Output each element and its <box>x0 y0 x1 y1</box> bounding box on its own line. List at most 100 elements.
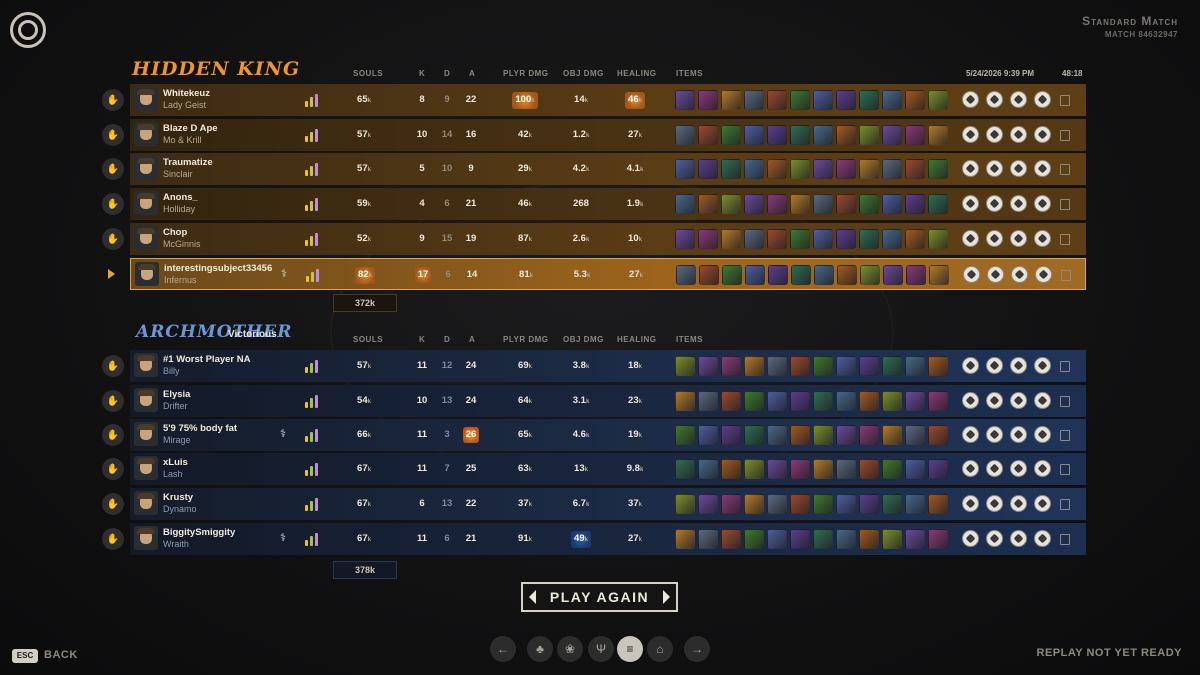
item-slot-icon[interactable] <box>675 391 695 411</box>
item-slot-icon[interactable] <box>698 391 718 411</box>
item-slot-icon[interactable] <box>767 125 787 145</box>
ability-icon[interactable] <box>1010 195 1027 212</box>
copy-build-icon[interactable] <box>1060 361 1070 372</box>
ability-icon[interactable] <box>1034 91 1051 108</box>
item-slot-icon[interactable] <box>813 356 833 376</box>
game-logo-icon[interactable] <box>10 12 46 48</box>
item-slot-icon[interactable] <box>859 194 879 214</box>
ability-icon[interactable] <box>986 530 1003 547</box>
item-slot-icon[interactable] <box>836 125 856 145</box>
ability-icon[interactable] <box>1034 426 1051 443</box>
item-slot-icon[interactable] <box>745 265 765 285</box>
ability-icon[interactable] <box>1010 495 1027 512</box>
item-slot-icon[interactable] <box>859 391 879 411</box>
ability-icon[interactable] <box>1034 126 1051 143</box>
item-slot-icon[interactable] <box>722 265 742 285</box>
player-name[interactable]: Anons_ <box>163 192 198 203</box>
arrow-right-icon[interactable]: → <box>684 636 710 662</box>
item-slot-icon[interactable] <box>859 356 879 376</box>
ability-icon[interactable] <box>962 495 979 512</box>
item-slot-icon[interactable] <box>882 90 902 110</box>
item-slot-icon[interactable] <box>836 459 856 479</box>
item-slot-icon[interactable] <box>675 459 695 479</box>
player-name[interactable]: Traumatize <box>163 157 213 168</box>
player-row[interactable]: Blaze D Ape Mo & Krill 57k 10 14 16 42k 1.2k 27k <box>130 119 1086 151</box>
item-slot-icon[interactable] <box>721 494 741 514</box>
player-name[interactable]: #1 Worst Player NA <box>163 354 250 365</box>
item-slot-icon[interactable] <box>698 425 718 445</box>
ability-icon[interactable] <box>986 426 1003 443</box>
item-slot-icon[interactable] <box>698 356 718 376</box>
item-slot-icon[interactable] <box>813 229 833 249</box>
back-button[interactable]: BACK <box>44 649 78 661</box>
ability-icon[interactable] <box>1011 266 1028 283</box>
player-name[interactable]: Whitekeuz <box>163 88 210 99</box>
ability-icon[interactable] <box>1035 266 1052 283</box>
item-slot-icon[interactable] <box>675 229 695 249</box>
thumbs-up-icon[interactable]: ✋ <box>102 193 124 215</box>
item-slot-icon[interactable] <box>721 391 741 411</box>
item-slot-icon[interactable] <box>905 529 925 549</box>
ability-icon[interactable] <box>986 230 1003 247</box>
item-slot-icon[interactable] <box>675 125 695 145</box>
ability-icon[interactable] <box>986 126 1003 143</box>
item-slot-icon[interactable] <box>928 159 948 179</box>
item-slot-icon[interactable] <box>721 529 741 549</box>
ability-icon[interactable] <box>1034 160 1051 177</box>
trident-icon[interactable]: Ψ <box>588 636 614 662</box>
ability-icon[interactable] <box>986 392 1003 409</box>
item-slot-icon[interactable] <box>905 494 925 514</box>
player-row[interactable]: #1 Worst Player NA Billy 57k 11 12 24 69k 3.8k 1… <box>130 350 1086 382</box>
item-slot-icon[interactable] <box>721 125 741 145</box>
item-slot-icon[interactable] <box>790 356 810 376</box>
item-slot-icon[interactable] <box>882 529 902 549</box>
item-slot-icon[interactable] <box>790 425 810 445</box>
item-slot-icon[interactable] <box>767 529 787 549</box>
item-slot-icon[interactable] <box>836 159 856 179</box>
item-slot-icon[interactable] <box>790 194 810 214</box>
item-slot-icon[interactable] <box>767 356 787 376</box>
esc-key[interactable]: ESC <box>12 649 38 663</box>
item-slot-icon[interactable] <box>744 459 764 479</box>
thumbs-up-icon[interactable]: ✋ <box>102 424 124 446</box>
item-slot-icon[interactable] <box>744 125 764 145</box>
thumbs-up-icon[interactable]: ✋ <box>102 228 124 250</box>
item-slot-icon[interactable] <box>859 529 879 549</box>
item-slot-icon[interactable] <box>790 90 810 110</box>
ability-icon[interactable] <box>986 195 1003 212</box>
item-slot-icon[interactable] <box>721 90 741 110</box>
item-slot-icon[interactable] <box>675 494 695 514</box>
ability-icon[interactable] <box>1034 392 1051 409</box>
item-slot-icon[interactable] <box>882 391 902 411</box>
item-slot-icon[interactable] <box>767 459 787 479</box>
item-slot-icon[interactable] <box>836 494 856 514</box>
thumbs-up-icon[interactable]: ✋ <box>102 528 124 550</box>
item-slot-icon[interactable] <box>905 425 925 445</box>
item-slot-icon[interactable] <box>928 356 948 376</box>
ability-icon[interactable] <box>986 91 1003 108</box>
item-slot-icon[interactable] <box>905 459 925 479</box>
item-slot-icon[interactable] <box>721 159 741 179</box>
item-slot-icon[interactable] <box>928 425 948 445</box>
item-slot-icon[interactable] <box>928 391 948 411</box>
item-slot-icon[interactable] <box>882 494 902 514</box>
player-row[interactable]: 5'9 75% body fat Mirage ⚕ 66k 11 3 26 65k 4.6k 19… <box>130 419 1086 451</box>
ability-icon[interactable] <box>1034 357 1051 374</box>
thumbs-up-icon[interactable]: ✋ <box>102 390 124 412</box>
ability-icon[interactable] <box>962 230 979 247</box>
item-slot-icon[interactable] <box>905 159 925 179</box>
item-slot-icon[interactable] <box>928 194 948 214</box>
player-row[interactable]: xLuis Lash 67k 11 7 25 63k 13k 9.8k <box>130 453 1086 485</box>
trophy-icon[interactable]: ♣ <box>527 636 553 662</box>
item-slot-icon[interactable] <box>905 90 925 110</box>
player-name[interactable]: Blaze D Ape <box>163 123 218 134</box>
item-slot-icon[interactable] <box>744 194 764 214</box>
copy-build-icon[interactable] <box>1060 464 1070 475</box>
copy-build-icon[interactable] <box>1060 534 1070 545</box>
item-slot-icon[interactable] <box>813 459 833 479</box>
item-slot-icon[interactable] <box>675 425 695 445</box>
ability-icon[interactable] <box>986 357 1003 374</box>
player-row[interactable]: Krusty Dynamo 67k 6 13 22 37k 6.7k 37k <box>130 488 1086 520</box>
player-name[interactable]: Elysia <box>163 389 190 400</box>
timeline-icon[interactable]: ❀ <box>557 636 583 662</box>
